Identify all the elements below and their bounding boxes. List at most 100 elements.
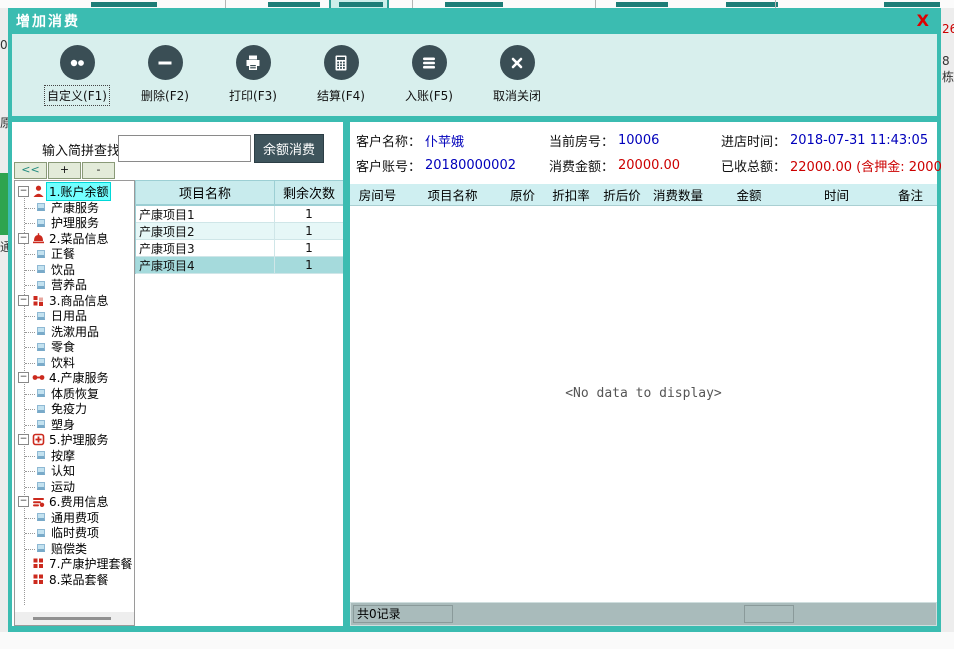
grid-column-header[interactable]: 折扣率: [545, 185, 597, 204]
cancel-icon: [507, 53, 527, 73]
tree-item[interactable]: −3.商品信息: [15, 293, 134, 309]
item-remaining-count: 1: [275, 223, 343, 239]
background-text: 26: [942, 22, 954, 36]
field-label: 进店时间：: [721, 131, 786, 150]
tree-expander-icon[interactable]: −: [18, 233, 29, 244]
tree-child-item[interactable]: 饮品: [15, 262, 134, 278]
grid-column-header[interactable]: 金额: [709, 185, 789, 204]
tree-item-label: 饮品: [49, 261, 77, 278]
dumbbell-icon: [31, 371, 45, 384]
tree-item-label: 8.菜品套餐: [47, 571, 110, 588]
tree-item-label: 认知: [49, 462, 77, 479]
consumption-grid-header: 房间号项目名称原价折扣率折后价消费数量金额时间备注: [350, 184, 937, 206]
delete-button[interactable]: 删除(F2): [132, 45, 198, 105]
field-value: 2018-07-31 11:43:05: [790, 133, 928, 148]
grid-column-header[interactable]: 项目名称: [405, 185, 500, 204]
tree-child-item[interactable]: 认知: [15, 463, 134, 479]
items-column-header[interactable]: 剩余次数: [275, 181, 343, 204]
tree-expander-icon[interactable]: −: [18, 496, 29, 507]
tree-child-item[interactable]: 饮料: [15, 355, 134, 371]
items-table-row[interactable]: 产康项目41: [136, 257, 343, 274]
background-app-right-strip: 26 8栋: [941, 8, 954, 632]
grid-column-header[interactable]: 时间: [789, 185, 884, 204]
tree-child-item[interactable]: 通用费项: [15, 510, 134, 526]
tree-child-item[interactable]: 正餐: [15, 246, 134, 262]
tree-item-label: 饮料: [49, 354, 77, 371]
tree-child-item[interactable]: 产康服务: [15, 200, 134, 216]
tree-child-item[interactable]: 塑身: [15, 417, 134, 433]
printer-icon: [243, 53, 263, 73]
item-name: 产康项目1: [136, 206, 275, 222]
leaf-bullet-icon: [37, 312, 45, 320]
tree-child-item[interactable]: 按摩: [15, 448, 134, 464]
tree-item[interactable]: −2.菜品信息: [15, 231, 134, 247]
tree-item[interactable]: −4.产康服务: [15, 370, 134, 386]
print-button[interactable]: 打印(F3): [220, 45, 286, 105]
collapse-panel-button[interactable]: <<: [14, 162, 47, 179]
pinyin-search-input[interactable]: [118, 135, 251, 162]
custom-button[interactable]: 自定义(F1): [44, 45, 110, 105]
settle-button[interactable]: 结算(F4): [308, 45, 374, 105]
field-value: 仆苹娥: [425, 131, 464, 150]
tree-expander-icon[interactable]: −: [18, 295, 29, 306]
tree-item-label: 免疫力: [49, 400, 89, 417]
status-pager-box: [744, 605, 794, 623]
tree-child-item[interactable]: 零食: [15, 339, 134, 355]
grid-column-header[interactable]: 房间号: [350, 185, 405, 204]
dialog-titlebar[interactable]: 增加消费 X: [8, 8, 941, 34]
customer-field: 已收总额：22000.00 (含押金: 2000.00): [721, 153, 943, 178]
tree-expander-icon[interactable]: −: [18, 434, 29, 445]
tree-horizontal-scrollbar[interactable]: [15, 612, 134, 625]
tree-child-item[interactable]: 赔偿类: [15, 541, 134, 557]
post-button[interactable]: 入账(F5): [396, 45, 462, 105]
tree-expander-icon[interactable]: −: [18, 372, 29, 383]
close-icon[interactable]: X: [917, 11, 929, 30]
items-table-row[interactable]: 产康项目21: [136, 223, 343, 240]
grid-column-header[interactable]: 原价: [500, 185, 545, 204]
cancel-button[interactable]: 取消关闭: [484, 45, 550, 105]
tree-child-item[interactable]: 护理服务: [15, 215, 134, 231]
tree-item[interactable]: −1.账户余额: [15, 184, 134, 200]
background-app-left-strip: 0原通: [0, 8, 8, 632]
tree-item-label: 运动: [49, 478, 77, 495]
items-table-header: 项目名称剩余次数: [136, 180, 343, 206]
tree-item-label: 洗漱用品: [49, 323, 101, 340]
background-text: 通: [0, 238, 8, 255]
tree-expander-icon[interactable]: −: [18, 186, 29, 197]
category-tree: −1.账户余额产康服务护理服务−2.菜品信息正餐饮品营养品−3.商品信息日用品洗…: [15, 181, 134, 611]
tree-toolbar: << + -: [14, 162, 115, 179]
tree-child-item[interactable]: 临时费项: [15, 525, 134, 541]
tree-item-label: 5.护理服务: [47, 431, 110, 448]
balance-consume-button[interactable]: 余额消费: [254, 134, 324, 163]
tree-child-item[interactable]: 体质恢复: [15, 386, 134, 402]
items-column-header[interactable]: 项目名称: [136, 181, 275, 204]
tree-child-item[interactable]: 洗漱用品: [15, 324, 134, 340]
tree-item[interactable]: 7.产康护理套餐: [15, 556, 134, 572]
tree-item[interactable]: 8.菜品套餐: [15, 572, 134, 588]
item-name: 产康项目3: [136, 240, 275, 256]
tree-item[interactable]: − 5.护理服务: [15, 432, 134, 448]
customer-field: 进店时间： 2018-07-31 11:43:05: [721, 128, 943, 153]
grid-column-header[interactable]: 消费数量: [647, 185, 709, 204]
tree-item-label: 营养品: [49, 276, 89, 293]
tree-item[interactable]: −6.费用信息: [15, 494, 134, 510]
item-remaining-count: 1: [275, 206, 343, 222]
items-table-row[interactable]: 产康项目31: [136, 240, 343, 257]
expand-all-button[interactable]: +: [48, 162, 81, 179]
tree-child-item[interactable]: 免疫力: [15, 401, 134, 417]
grid-column-header[interactable]: 折后价: [597, 185, 647, 204]
tree-item-label: 赔偿类: [49, 540, 89, 557]
left-panel: 输入简拼查找 余额消费 << + - −1.账户余额产康服务护理服务−2.菜品信…: [12, 122, 343, 626]
leaf-bullet-icon: [37, 513, 45, 521]
items-table-row[interactable]: 产康项目11: [136, 206, 343, 223]
package-icon: [31, 573, 45, 586]
tree-child-item[interactable]: 日用品: [15, 308, 134, 324]
tree-child-item[interactable]: 运动: [15, 479, 134, 495]
grid-column-header[interactable]: 备注: [884, 185, 937, 204]
leaf-bullet-icon: [37, 467, 45, 475]
scrollbar-thumb[interactable]: [33, 617, 111, 620]
tree-child-item[interactable]: 营养品: [15, 277, 134, 293]
record-icon: [67, 53, 87, 73]
collapse-all-button[interactable]: -: [82, 162, 115, 179]
customer-field: 客户账号：20180000002: [356, 153, 549, 178]
